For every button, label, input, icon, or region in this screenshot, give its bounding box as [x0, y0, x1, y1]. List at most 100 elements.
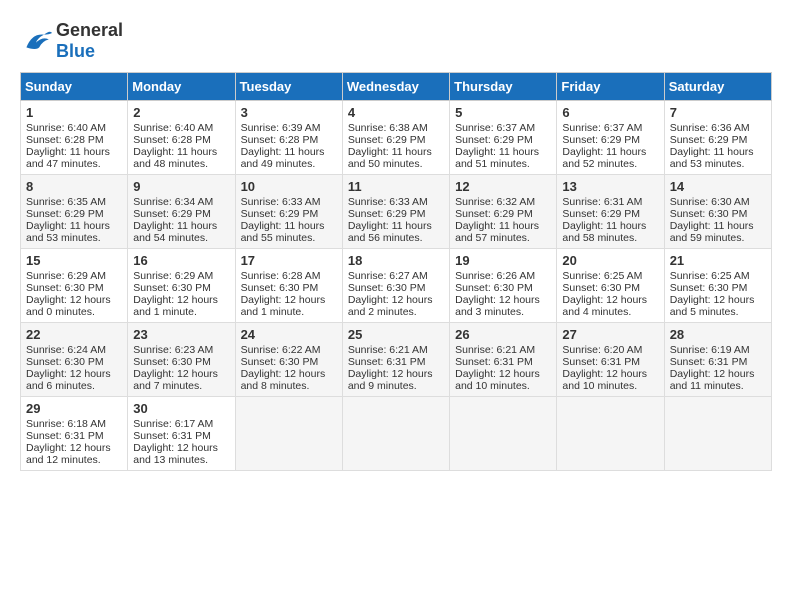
calendar-cell: 17Sunrise: 6:28 AMSunset: 6:30 PMDayligh… — [235, 249, 342, 323]
cell-text: Sunset: 6:30 PM — [348, 282, 444, 294]
day-number: 20 — [562, 253, 658, 268]
cell-text: and 7 minutes. — [133, 380, 229, 392]
cell-text: Sunset: 6:30 PM — [241, 356, 337, 368]
cell-text: Sunrise: 6:27 AM — [348, 270, 444, 282]
cell-text: Sunrise: 6:33 AM — [348, 196, 444, 208]
day-number: 4 — [348, 105, 444, 120]
day-number: 27 — [562, 327, 658, 342]
day-number: 1 — [26, 105, 122, 120]
cell-text: Daylight: 12 hours — [455, 294, 551, 306]
logo-text: General Blue — [56, 20, 123, 62]
cell-text: Sunset: 6:31 PM — [133, 430, 229, 442]
cell-text: and 10 minutes. — [455, 380, 551, 392]
cell-text: Sunrise: 6:33 AM — [241, 196, 337, 208]
cell-text: Sunset: 6:29 PM — [133, 208, 229, 220]
calendar-cell: 8Sunrise: 6:35 AMSunset: 6:29 PMDaylight… — [21, 175, 128, 249]
cell-text: Sunset: 6:30 PM — [133, 356, 229, 368]
day-number: 16 — [133, 253, 229, 268]
cell-text: Daylight: 12 hours — [133, 442, 229, 454]
day-number: 23 — [133, 327, 229, 342]
day-number: 14 — [670, 179, 766, 194]
cell-text: Daylight: 12 hours — [670, 368, 766, 380]
cell-text: Sunrise: 6:26 AM — [455, 270, 551, 282]
calendar-cell: 5Sunrise: 6:37 AMSunset: 6:29 PMDaylight… — [450, 101, 557, 175]
calendar-cell: 21Sunrise: 6:25 AMSunset: 6:30 PMDayligh… — [664, 249, 771, 323]
cell-text: and 59 minutes. — [670, 232, 766, 244]
cell-text: and 51 minutes. — [455, 158, 551, 170]
cell-text: Sunrise: 6:34 AM — [133, 196, 229, 208]
day-number: 12 — [455, 179, 551, 194]
cell-text: Sunset: 6:30 PM — [455, 282, 551, 294]
day-number: 9 — [133, 179, 229, 194]
cell-text: and 8 minutes. — [241, 380, 337, 392]
cell-text: Sunset: 6:29 PM — [26, 208, 122, 220]
cell-text: Sunrise: 6:18 AM — [26, 418, 122, 430]
cell-text: Sunrise: 6:38 AM — [348, 122, 444, 134]
cell-text: and 2 minutes. — [348, 306, 444, 318]
cell-text: Sunrise: 6:40 AM — [26, 122, 122, 134]
cell-text: Daylight: 12 hours — [26, 368, 122, 380]
cell-text: Sunset: 6:31 PM — [562, 356, 658, 368]
day-number: 19 — [455, 253, 551, 268]
cell-text: Sunset: 6:31 PM — [348, 356, 444, 368]
cell-text: Sunset: 6:29 PM — [670, 134, 766, 146]
calendar-week-row: 29Sunrise: 6:18 AMSunset: 6:31 PMDayligh… — [21, 397, 772, 471]
cell-text: and 53 minutes. — [26, 232, 122, 244]
day-number: 21 — [670, 253, 766, 268]
cell-text: and 13 minutes. — [133, 454, 229, 466]
calendar-cell: 1Sunrise: 6:40 AMSunset: 6:28 PMDaylight… — [21, 101, 128, 175]
calendar-cell: 24Sunrise: 6:22 AMSunset: 6:30 PMDayligh… — [235, 323, 342, 397]
weekday-header-thursday: Thursday — [450, 73, 557, 101]
cell-text: Daylight: 12 hours — [26, 442, 122, 454]
day-number: 18 — [348, 253, 444, 268]
cell-text: and 58 minutes. — [562, 232, 658, 244]
cell-text: Daylight: 11 hours — [670, 146, 766, 158]
cell-text: Sunset: 6:30 PM — [26, 282, 122, 294]
day-number: 3 — [241, 105, 337, 120]
calendar-cell: 30Sunrise: 6:17 AMSunset: 6:31 PMDayligh… — [128, 397, 235, 471]
cell-text: Sunrise: 6:21 AM — [455, 344, 551, 356]
cell-text: Daylight: 11 hours — [455, 220, 551, 232]
cell-text: and 1 minute. — [133, 306, 229, 318]
cell-text: Daylight: 12 hours — [670, 294, 766, 306]
cell-text: Daylight: 12 hours — [26, 294, 122, 306]
day-number: 6 — [562, 105, 658, 120]
calendar-week-row: 15Sunrise: 6:29 AMSunset: 6:30 PMDayligh… — [21, 249, 772, 323]
cell-text: Daylight: 11 hours — [348, 146, 444, 158]
cell-text: and 12 minutes. — [26, 454, 122, 466]
cell-text: Daylight: 11 hours — [562, 146, 658, 158]
cell-text: Sunset: 6:30 PM — [26, 356, 122, 368]
day-number: 13 — [562, 179, 658, 194]
weekday-header-friday: Friday — [557, 73, 664, 101]
page-header: General Blue — [20, 20, 772, 62]
cell-text: Sunrise: 6:30 AM — [670, 196, 766, 208]
cell-text: Sunrise: 6:37 AM — [562, 122, 658, 134]
cell-text: Sunrise: 6:36 AM — [670, 122, 766, 134]
day-number: 7 — [670, 105, 766, 120]
cell-text: Daylight: 12 hours — [348, 294, 444, 306]
cell-text: Sunset: 6:29 PM — [241, 208, 337, 220]
calendar-cell: 22Sunrise: 6:24 AMSunset: 6:30 PMDayligh… — [21, 323, 128, 397]
cell-text: Sunrise: 6:40 AM — [133, 122, 229, 134]
cell-text: and 5 minutes. — [670, 306, 766, 318]
cell-text: Daylight: 12 hours — [562, 368, 658, 380]
cell-text: Daylight: 11 hours — [670, 220, 766, 232]
cell-text: Sunrise: 6:25 AM — [562, 270, 658, 282]
cell-text: Sunrise: 6:29 AM — [26, 270, 122, 282]
day-number: 11 — [348, 179, 444, 194]
calendar-cell: 25Sunrise: 6:21 AMSunset: 6:31 PMDayligh… — [342, 323, 449, 397]
cell-text: Sunset: 6:29 PM — [562, 208, 658, 220]
calendar-cell — [557, 397, 664, 471]
cell-text: Daylight: 11 hours — [26, 146, 122, 158]
cell-text: and 0 minutes. — [26, 306, 122, 318]
cell-text: Daylight: 12 hours — [241, 294, 337, 306]
cell-text: Sunrise: 6:17 AM — [133, 418, 229, 430]
day-number: 17 — [241, 253, 337, 268]
cell-text: Sunrise: 6:19 AM — [670, 344, 766, 356]
cell-text: Sunrise: 6:29 AM — [133, 270, 229, 282]
calendar-week-row: 8Sunrise: 6:35 AMSunset: 6:29 PMDaylight… — [21, 175, 772, 249]
cell-text: Sunrise: 6:39 AM — [241, 122, 337, 134]
calendar-cell: 19 Sunrise: 6:26 AMSunset: 6:30 PMDayligh… — [450, 249, 557, 323]
cell-text: and 48 minutes. — [133, 158, 229, 170]
day-number: 2 — [133, 105, 229, 120]
